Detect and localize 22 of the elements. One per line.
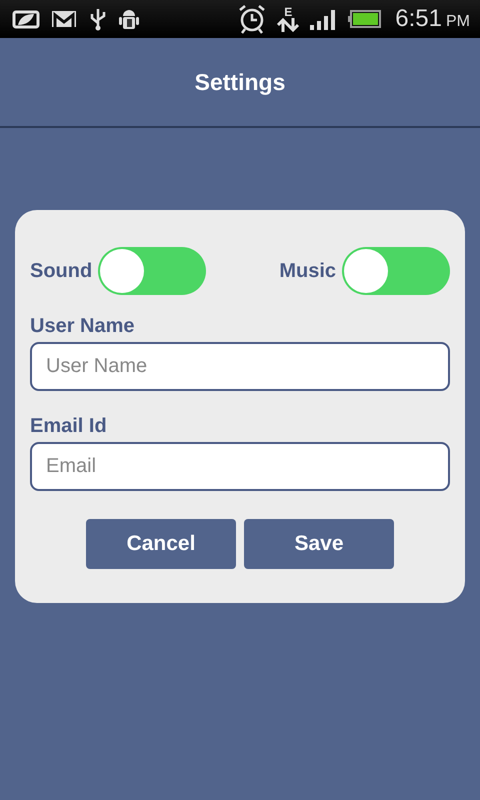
clock-time: 6:51	[395, 5, 442, 33]
usb-icon	[88, 7, 108, 31]
clock-period: PM	[446, 13, 470, 31]
toggle-label: Music	[279, 260, 336, 282]
action-button[interactable]: Save	[244, 519, 394, 569]
network-type: E	[284, 6, 292, 18]
field-label: User Name	[30, 315, 136, 338]
toggle-switch[interactable]	[342, 247, 450, 295]
signal-icon	[309, 8, 338, 30]
mail-icon	[50, 9, 78, 29]
data-arrows-icon	[277, 18, 300, 32]
battery-icon	[347, 10, 382, 28]
action-button[interactable]: Cancel	[86, 519, 236, 569]
toggle-label: Sound	[30, 260, 92, 282]
robot-icon	[118, 7, 140, 31]
screen-title: Settings	[194, 68, 286, 96]
field-label: Email Id	[30, 415, 108, 438]
alarm-clock-icon	[237, 4, 268, 34]
input-field[interactable]: User Name	[30, 342, 450, 391]
leaf-icon	[12, 9, 40, 29]
input-field[interactable]: Email	[30, 442, 450, 491]
toggle-switch[interactable]	[98, 247, 206, 295]
